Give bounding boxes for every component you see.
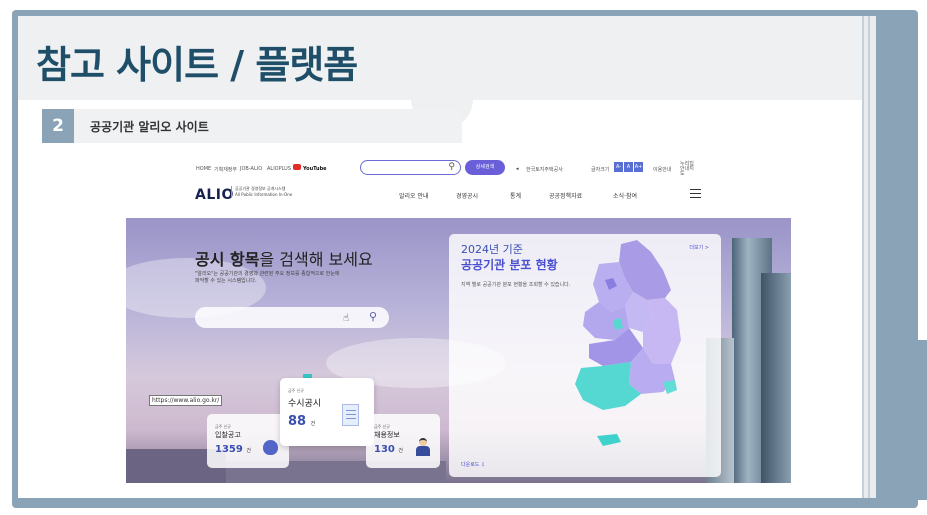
nav-management-disclosure[interactable]: 경영공시 (456, 191, 478, 200)
hero-title-rest: 을 검색해 보세요 (259, 250, 373, 269)
top-search-input[interactable]: ⚲ (360, 160, 461, 175)
util-link-alioplus[interactable]: ALIOPLUS (267, 166, 291, 172)
alio-logo[interactable]: ALIO (195, 187, 234, 203)
hero-subtitle: "알리오"는 공공기관의 경영과 관련된 주요 정보를 종합적으로 한눈에 파악… (195, 271, 340, 284)
font-normal-button[interactable]: A (624, 162, 633, 172)
youtube-icon[interactable] (293, 164, 301, 170)
search-icon[interactable]: ⚲ (369, 310, 377, 323)
card-count: 1359 건 (215, 444, 251, 455)
logo-subtitle: 공공기관 경영정보 공개시스템 All Public Information I… (231, 186, 292, 198)
url-tooltip: https://www.alio.go.kr/ (149, 395, 223, 406)
util-link-moef[interactable]: 기획재정부 (214, 166, 237, 173)
disclosure-card[interactable]: 금주 신규 수시공시 88 건 (280, 378, 374, 446)
hero-section: 공시 항목을 검색해 보세요 "알리오"는 공공기관의 경영과 관련된 주요 정… (126, 218, 791, 483)
utility-bar: HOME 기획재정부 JOB-ALIO ALIOPLUS YouTube ⚲ 상… (107, 156, 791, 178)
panel-year: 2024년 기준 (461, 243, 523, 256)
hero-title-bold: 공시 항목 (195, 250, 260, 269)
map-region-busan (663, 380, 677, 394)
section-number: 2 (42, 109, 74, 143)
util-link-job-alio[interactable]: JOB-ALIO (240, 166, 262, 172)
hand-cursor-icon: ☝ (343, 313, 350, 324)
nav-policy-materials[interactable]: 공공정책자료 (549, 191, 582, 200)
nav-alio-guide[interactable]: 알리오 안내 (399, 191, 429, 200)
person-icon (416, 438, 430, 456)
side-tab (900, 340, 927, 500)
nav-statistics[interactable]: 통계 (510, 191, 521, 200)
bid-notice-card[interactable]: 금주 신규 입찰공고 1359 건 (207, 414, 289, 468)
main-nav: ALIO 공공기관 경영정보 공개시스템 All Public Informat… (107, 182, 791, 206)
download-icon: ⇩ (481, 462, 486, 468)
skyscraper (761, 273, 791, 483)
right-rail (862, 16, 876, 498)
card-name: 수시공시 (288, 399, 322, 409)
distribution-panel: 2024년 기준 공공기관 분포 현황 지역 별로 공공기관 분포 현황을 조회… (449, 234, 721, 477)
recruitment-card[interactable]: 금주 신규 채용정보 130 건 (366, 414, 440, 468)
slide: 참고 사이트 / 플랫폼 2 공공기관 알리오 사이트 HOME 기획재정부 J… (18, 16, 876, 498)
alio-website: HOME 기획재정부 JOB-ALIO ALIOPLUS YouTube ⚲ 상… (107, 156, 791, 483)
card-name: 입찰공고 (215, 431, 241, 439)
document-icon (342, 404, 359, 426)
section-label: 공공기관 알리오 사이트 (90, 120, 209, 134)
money-bag-icon (263, 440, 278, 455)
panel-description: 지역 별로 공공기관 분포 현황을 조회할 수 있습니다. (461, 282, 571, 288)
font-larger-button[interactable]: A+ (634, 162, 643, 172)
nav-news-participation[interactable]: 소식·참여 (613, 191, 637, 200)
panel-title: 공공기관 분포 현황 (461, 258, 558, 272)
card-count: 88 건 (288, 414, 316, 429)
section-header: 2 공공기관 알리오 사이트 (42, 109, 462, 143)
util-link-youtube[interactable]: YouTube (303, 166, 327, 172)
font-smaller-button[interactable]: A- (614, 162, 623, 172)
card-count: 130 건 (374, 444, 403, 455)
font-size-label: 글자크기 (591, 167, 610, 173)
korea-map[interactable] (559, 240, 689, 465)
logo-subtitle-en: All Public Information In-One (235, 192, 293, 197)
map-region-jeju (597, 434, 621, 446)
search-icon[interactable]: ⚲ (448, 162, 455, 172)
hero-title: 공시 항목을 검색해 보세요 (195, 246, 373, 270)
slide-title: 참고 사이트 / 플랫폼 (36, 43, 358, 87)
card-name: 채용정보 (374, 431, 400, 439)
hero-search-input[interactable]: ☝ ⚲ (195, 307, 389, 328)
detail-search-button[interactable]: 상세검색 (465, 160, 505, 175)
card-tag: 금주 신규 (288, 388, 304, 393)
guide-link[interactable]: 이용안내 (653, 166, 671, 173)
menu-icon[interactable] (690, 189, 701, 198)
download-link[interactable]: 다운로드 ⇩ (461, 461, 485, 468)
util-link-home[interactable]: HOME (196, 166, 211, 172)
shortcut-icon: ◂ (516, 166, 519, 172)
org-link[interactable]: 한국토지주택공사 (526, 166, 563, 173)
accessibility-link[interactable]: 누리집 안내지도 (680, 162, 698, 177)
more-link[interactable]: 더보기 > (689, 244, 709, 251)
